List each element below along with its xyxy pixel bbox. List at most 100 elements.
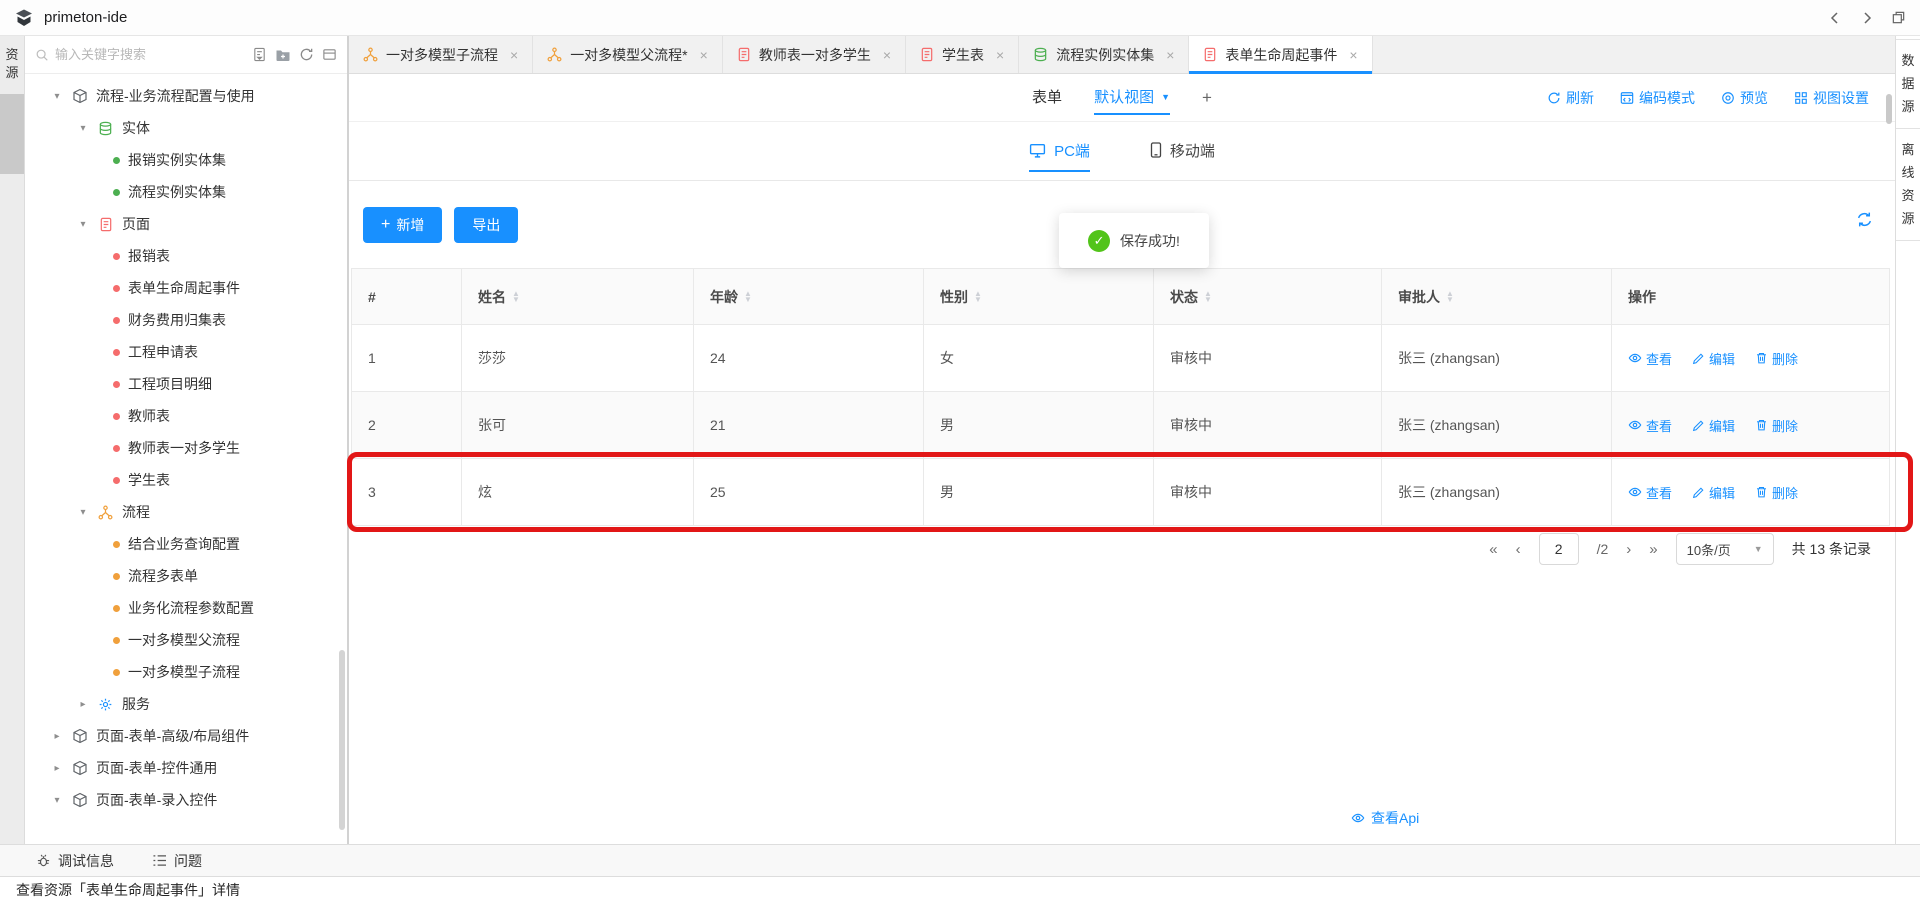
trash-action-link[interactable]: 删除 [1755, 416, 1798, 435]
editor-tab[interactable]: 一对多模型父流程*× [533, 36, 723, 73]
page-size-select[interactable]: 10条/页 ▼ [1676, 533, 1774, 565]
tree-item[interactable]: ▾页面-表单-录入控件 [25, 784, 347, 816]
sort-icon[interactable]: ▲▼ [512, 291, 520, 303]
sort-icon[interactable]: ▲▼ [974, 291, 982, 303]
editor-tab[interactable]: 表单生命周起事件× [1189, 36, 1372, 73]
preview-action-button[interactable]: 预览 [1721, 88, 1768, 108]
view-tab[interactable]: 默认视图▼ [1094, 81, 1170, 115]
eye-action-link[interactable]: 查看 [1628, 416, 1672, 435]
page-number-input[interactable]: 2 [1539, 533, 1579, 565]
next-page-button[interactable]: › [1626, 541, 1631, 558]
close-icon[interactable]: × [1349, 47, 1357, 63]
tree-item[interactable]: ▾页面 [25, 208, 347, 240]
editor-tab[interactable]: 教师表一对多学生× [723, 36, 906, 73]
table-row-2[interactable]: 2张可21男审核中张三 (zhangsan)查看编辑删除 [352, 392, 1890, 459]
tree-item[interactable]: 结合业务查询配置 [25, 528, 347, 560]
rail-tab-resources[interactable]: 资源 [5, 46, 18, 82]
tree-item[interactable]: ▾流程-业务流程配置与使用 [25, 80, 347, 112]
tree-item[interactable]: 教师表 [25, 400, 347, 432]
tree-item[interactable]: 报销表 [25, 240, 347, 272]
close-icon[interactable]: × [883, 47, 891, 63]
bottom-bar-debug[interactable]: 调试信息 [36, 851, 114, 871]
tree-item[interactable]: 工程申请表 [25, 336, 347, 368]
caret-right-icon[interactable]: ▸ [51, 763, 63, 774]
tree-item[interactable]: 财务费用归集表 [25, 304, 347, 336]
editor-tab[interactable]: 学生表× [906, 36, 1019, 73]
device-tab-mobile[interactable]: 移动端 [1150, 130, 1215, 172]
add-view-button[interactable]: + [1202, 88, 1212, 108]
code-action-button[interactable]: 编码模式 [1620, 88, 1695, 108]
prev-page-button[interactable]: ‹ [1516, 541, 1521, 558]
tree-item[interactable]: 流程多表单 [25, 560, 347, 592]
caret-down-icon[interactable]: ▾ [77, 123, 89, 134]
caret-down-icon[interactable]: ▾ [51, 91, 63, 102]
column-header[interactable]: 年龄▲▼ [694, 269, 924, 325]
back-icon[interactable] [1827, 10, 1843, 26]
add-record-button[interactable]: + 新增 [363, 207, 442, 243]
view-api-link[interactable]: 查看Api [1351, 808, 1419, 828]
close-icon[interactable]: × [700, 47, 708, 63]
pen-action-link[interactable]: 编辑 [1692, 416, 1735, 435]
column-header[interactable]: 姓名▲▼ [462, 269, 694, 325]
tree-item[interactable]: 一对多模型子流程 [25, 656, 347, 688]
column-header[interactable]: 审批人▲▼ [1382, 269, 1612, 325]
tree-item[interactable]: 教师表一对多学生 [25, 432, 347, 464]
editor-tab[interactable]: 一对多模型子流程× [349, 36, 533, 73]
collapse-all-icon[interactable] [322, 47, 337, 62]
close-icon[interactable]: × [510, 47, 518, 63]
tree-item[interactable]: 表单生命周起事件 [25, 272, 347, 304]
caret-right-icon[interactable]: ▸ [77, 699, 89, 710]
column-header[interactable]: 状态▲▼ [1154, 269, 1382, 325]
tree-item[interactable]: ▸页面-表单-高级/布局组件 [25, 720, 347, 752]
tree-item[interactable]: 工程项目明细 [25, 368, 347, 400]
tree-item[interactable]: 报销实例实体集 [25, 144, 347, 176]
tree-item[interactable]: ▾流程 [25, 496, 347, 528]
caret-down-icon[interactable]: ▾ [77, 507, 89, 518]
tree-item[interactable]: 流程实例实体集 [25, 176, 347, 208]
forward-icon[interactable] [1859, 10, 1875, 26]
sort-icon[interactable]: ▲▼ [1446, 291, 1454, 303]
close-icon[interactable]: × [1166, 47, 1174, 63]
caret-down-icon[interactable]: ▾ [51, 795, 63, 806]
trash-action-link[interactable]: 删除 [1755, 349, 1798, 368]
table-row-3[interactable]: 3炫25男审核中张三 (zhangsan)查看编辑删除 [352, 459, 1890, 526]
new-folder-icon[interactable] [275, 48, 291, 62]
rail-tab-离线资源[interactable]: 离线资源 [1896, 129, 1920, 241]
pen-action-link[interactable]: 编辑 [1692, 349, 1735, 368]
refresh-action-button[interactable]: 刷新 [1547, 88, 1594, 108]
sort-icon[interactable]: ▲▼ [1204, 291, 1212, 303]
refresh-table-button[interactable] [1856, 211, 1873, 228]
export-button[interactable]: 导出 [454, 207, 518, 243]
restore-icon[interactable] [1891, 10, 1906, 25]
tree-item[interactable]: ▾实体 [25, 112, 347, 144]
editor-tab[interactable]: 流程实例实体集× [1019, 36, 1189, 73]
pen-action-link[interactable]: 编辑 [1692, 483, 1735, 502]
view-tab[interactable]: 表单 [1032, 81, 1062, 115]
rail-handle[interactable] [0, 94, 24, 174]
column-header[interactable]: 性别▲▼ [924, 269, 1154, 325]
first-page-button[interactable]: « [1489, 541, 1497, 558]
caret-right-icon[interactable]: ▸ [51, 731, 63, 742]
tree-item[interactable]: 学生表 [25, 464, 347, 496]
eye-action-link[interactable]: 查看 [1628, 349, 1672, 368]
search-input[interactable] [55, 47, 246, 62]
sort-icon[interactable]: ▲▼ [744, 291, 752, 303]
refresh-icon[interactable] [299, 47, 314, 62]
tree-item[interactable]: ▸页面-表单-控件通用 [25, 752, 347, 784]
sidebar-scrollbar[interactable] [339, 650, 345, 830]
eye-action-link[interactable]: 查看 [1628, 483, 1672, 502]
close-icon[interactable]: × [996, 47, 1004, 63]
locate-file-icon[interactable] [252, 47, 267, 62]
caret-down-icon[interactable]: ▾ [77, 219, 89, 230]
rail-tab-数据源[interactable]: 数据源 [1896, 39, 1920, 129]
table-row-1[interactable]: 1莎莎24女审核中张三 (zhangsan)查看编辑删除 [352, 325, 1890, 392]
grid-action-button[interactable]: 视图设置 [1794, 88, 1869, 108]
bottom-bar-problems[interactable]: 问题 [152, 851, 202, 871]
trash-action-link[interactable]: 删除 [1755, 483, 1798, 502]
main-scrollbar[interactable] [1886, 94, 1892, 124]
tree-item[interactable]: 一对多模型父流程 [25, 624, 347, 656]
tree-item[interactable]: ▸服务 [25, 688, 347, 720]
last-page-button[interactable]: » [1649, 541, 1657, 558]
tree-item[interactable]: 业务化流程参数配置 [25, 592, 347, 624]
device-tab-monitor[interactable]: PC端 [1029, 130, 1090, 172]
